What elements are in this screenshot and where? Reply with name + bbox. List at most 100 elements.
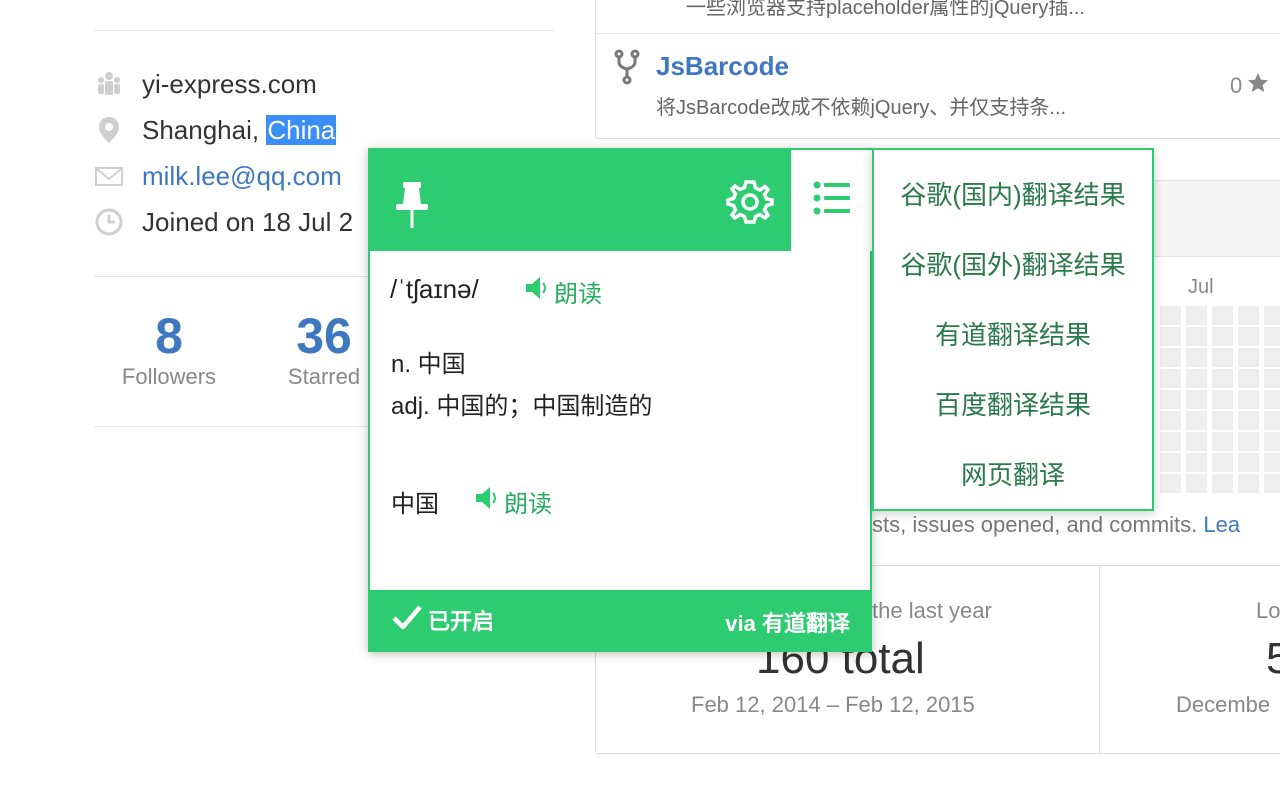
- calendar-day-cell: [1212, 369, 1233, 388]
- calendar-day-cell: [1160, 348, 1181, 367]
- organization-icon: [94, 69, 124, 99]
- repo-star-count: 0: [1230, 73, 1243, 98]
- menu-item-youdao[interactable]: 有道翻译结果: [874, 298, 1152, 368]
- stat-followers[interactable]: 8 Followers: [104, 308, 234, 390]
- calendar-day-cell: [1160, 453, 1181, 472]
- repo-fork-icon: [614, 49, 640, 90]
- speaker-icon: [524, 274, 550, 309]
- speak-translation-button[interactable]: 朗读: [474, 484, 552, 519]
- speak-label: 朗读: [554, 281, 602, 308]
- calendar-day-cell: [1160, 474, 1181, 493]
- menu-item-web-translate[interactable]: 网页翻译: [874, 438, 1152, 508]
- learn-more-link[interactable]: Lea: [1203, 512, 1240, 537]
- phonetic-text: /ˈtʃaɪnə/: [390, 274, 479, 304]
- calendar-day-cell: [1186, 327, 1207, 346]
- longest-streak-value: 5: [1266, 634, 1280, 683]
- translation-source-menu: 谷歌(国内)翻译结果 谷歌(国外)翻译结果 有道翻译结果 百度翻译结果 网页翻译: [872, 148, 1154, 511]
- calendar-day-cell: [1186, 369, 1207, 388]
- calendar-day-cell: [1160, 327, 1181, 346]
- mail-icon: [94, 161, 124, 191]
- calendar-day-cell: [1264, 432, 1280, 451]
- calendar-day-cell: [1264, 411, 1280, 430]
- calendar-day-cell: [1186, 348, 1207, 367]
- calendar-day-cell: [1160, 432, 1181, 451]
- calendar-day-cell: [1212, 348, 1233, 367]
- repo-stars[interactable]: 0: [1230, 71, 1270, 101]
- stat-followers-label: Followers: [121, 364, 217, 389]
- calendar-day-cell: [1264, 306, 1280, 325]
- location-selected-text[interactable]: China: [266, 114, 337, 145]
- profile-location: Shanghai, China: [142, 114, 337, 146]
- translation-text: 中国: [391, 491, 439, 518]
- enabled-toggle[interactable]: 已开启: [392, 604, 494, 636]
- calendar-day-cell: [1238, 306, 1259, 325]
- calendar-day-cell: [1160, 390, 1181, 409]
- calendar-day-cell: [1238, 327, 1259, 346]
- profile-email-link[interactable]: milk.lee@qq.com: [142, 161, 342, 192]
- calendar-day-cell: [1238, 453, 1259, 472]
- definition-noun: n. 中国: [391, 351, 466, 378]
- calendar-day-cell: [1186, 432, 1207, 451]
- enabled-status: 已开启: [428, 609, 495, 634]
- repo-description-previous: 一些浏览器支持placeholder属性的jQuery插...: [686, 0, 1085, 19]
- calendar-day-cell: [1160, 306, 1181, 325]
- menu-item-google-intl[interactable]: 谷歌(国外)翻译结果: [874, 228, 1152, 298]
- stat-starred-label: Starred: [287, 364, 361, 389]
- pin-icon[interactable]: [392, 180, 432, 235]
- calendar-day-cell: [1264, 369, 1280, 388]
- settings-gear-icon[interactable]: [726, 178, 774, 231]
- profile-joined-row: Joined on 18 Jul 2: [94, 205, 353, 239]
- calendar-day-cell: [1186, 453, 1207, 472]
- calendar-day-cell: [1238, 348, 1259, 367]
- calendar-day-cell: [1212, 432, 1233, 451]
- calendar-day-cell: [1160, 411, 1181, 430]
- calendar-day-cell: [1264, 453, 1280, 472]
- translator-header: [370, 150, 790, 251]
- star-icon: [1246, 71, 1270, 101]
- contributions-note: sts, issues opened, and commits. Lea: [872, 512, 1240, 538]
- calendar-day-cell: [1186, 390, 1207, 409]
- calendar-day-cell: [1238, 390, 1259, 409]
- menu-item-baidu[interactable]: 百度翻译结果: [874, 368, 1152, 438]
- definition-adjective: adj. 中国的；中国制造的: [391, 393, 653, 420]
- translator-footer: 已开启 via 有道翻译: [370, 590, 870, 650]
- calendar-day-cell: [1212, 306, 1233, 325]
- check-icon: [392, 604, 422, 636]
- calendar-day-cell: [1186, 306, 1207, 325]
- menu-item-google-cn[interactable]: 谷歌(国内)翻译结果: [874, 158, 1152, 228]
- stat-followers-value: 8: [155, 308, 183, 364]
- translator-popup: /ˈtʃaɪnə/ 朗读 n. 中国 adj. 中国的；中国制造的 中国 朗读 …: [368, 148, 873, 652]
- source-list-button[interactable]: [790, 150, 873, 251]
- clock-icon: [94, 207, 124, 237]
- calendar-day-cell: [1212, 327, 1233, 346]
- profile-location-row: Shanghai, China: [94, 113, 337, 147]
- translation-source-credit: via 有道翻译: [725, 611, 850, 636]
- longest-streak-range: Decembe: [1176, 692, 1271, 717]
- repo-name-link[interactable]: JsBarcode: [656, 51, 789, 82]
- stat-starred-value: 36: [296, 308, 352, 364]
- popular-repos-box: 一些浏览器支持placeholder属性的jQuery插... JsBarcod…: [595, 0, 1280, 139]
- calendar-day-cell: [1238, 369, 1259, 388]
- calendar-day-cell: [1212, 453, 1233, 472]
- list-icon: [812, 178, 852, 223]
- calendar-day-cell: [1264, 327, 1280, 346]
- profile-joined: Joined on 18 Jul 2: [142, 206, 354, 237]
- year-stat-label: the last year: [872, 598, 992, 623]
- contributions-note-text: sts, issues opened, and commits.: [872, 512, 1204, 537]
- repo-description: 将JsBarcode改成不依赖jQuery、并仅支持条...: [656, 97, 1067, 119]
- location-city: Shanghai,: [142, 114, 267, 145]
- profile-email-row: milk.lee@qq.com: [94, 159, 342, 193]
- calendar-day-cell: [1238, 411, 1259, 430]
- calendar-month-label: Jul: [1188, 276, 1214, 298]
- repo-divider: [596, 33, 1280, 34]
- longest-streak-label: Lo: [1256, 598, 1280, 623]
- calendar-day-cell: [1238, 474, 1259, 493]
- calendar-day-cell: [1160, 369, 1181, 388]
- speak-phonetic-button[interactable]: 朗读: [524, 274, 602, 309]
- speaker-icon: [474, 484, 500, 519]
- stat-starred[interactable]: 36 Starred: [264, 308, 384, 390]
- calendar-day-cell: [1264, 348, 1280, 367]
- location-pin-icon: [94, 115, 124, 145]
- year-stat-range: Feb 12, 2014 – Feb 12, 2015: [691, 692, 975, 717]
- divider-top: [94, 30, 554, 31]
